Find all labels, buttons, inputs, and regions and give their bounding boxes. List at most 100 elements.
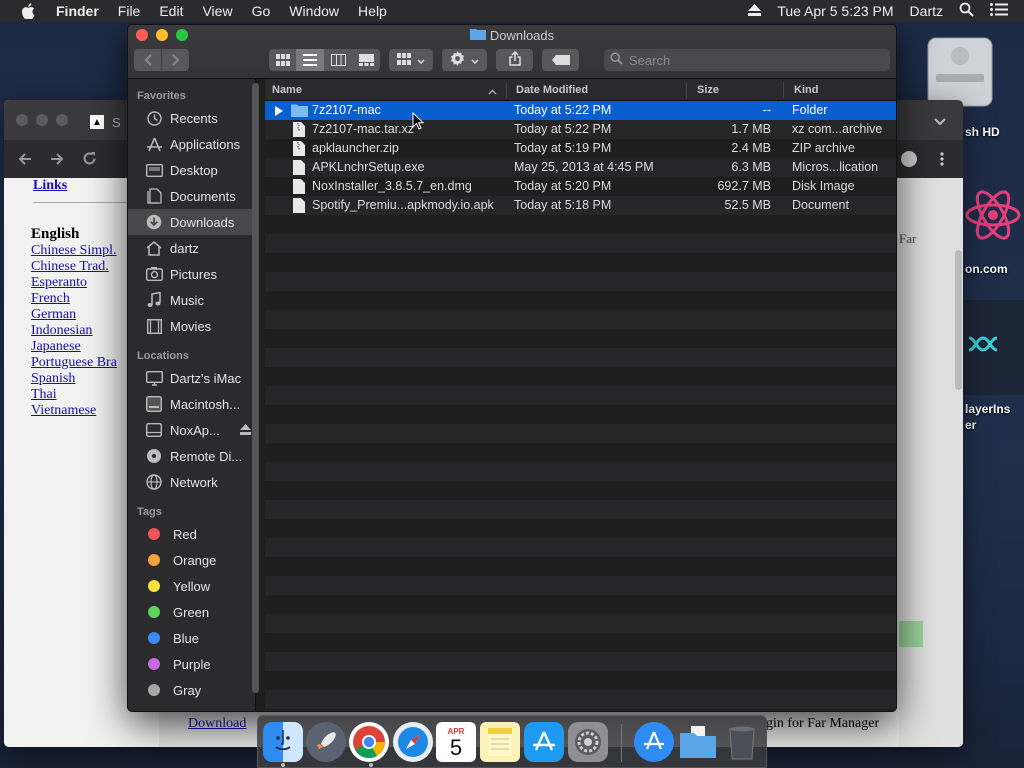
menu-go[interactable]: Go [252, 3, 271, 19]
menu-window[interactable]: Window [289, 3, 339, 19]
sidebar-tag-gray[interactable]: Gray [128, 677, 255, 703]
column-date-header[interactable]: Date Modified [516, 84, 588, 96]
share-button[interactable] [496, 49, 533, 71]
downloads-stack-dock-icon[interactable] [678, 722, 718, 762]
chrome-dock-icon[interactable] [349, 722, 389, 762]
app-store-download-dock-icon[interactable] [634, 722, 674, 762]
safari-dock-icon[interactable] [393, 722, 433, 762]
language-link[interactable]: French [31, 291, 117, 307]
language-link[interactable]: Esperanto [31, 275, 117, 291]
search-input[interactable] [629, 52, 869, 68]
file-row[interactable]: 7z2107-mac.tar.xz Today at 5:22 PM 1.7 M… [265, 120, 896, 139]
sidebar-item-applications[interactable]: Applications [128, 131, 255, 157]
sidebar-scrollbar[interactable] [252, 83, 259, 693]
edit-tags-button[interactable] [542, 49, 579, 71]
profile-avatar-icon[interactable] [901, 151, 917, 167]
file-row[interactable]: 7z2107-mac Today at 5:22 PM -- Folder [265, 101, 896, 120]
eject-icon[interactable] [240, 423, 251, 438]
file-row[interactable]: APKLnchrSetup.exe May 25, 2013 at 4:45 P… [265, 158, 896, 177]
column-kind-header[interactable]: Kind [794, 84, 818, 96]
user-menu[interactable]: Dartz [910, 3, 943, 19]
gallery-view-button[interactable] [352, 54, 380, 66]
language-link[interactable]: German [31, 307, 117, 323]
notification-center-icon[interactable] [990, 3, 1008, 19]
file-row[interactable]: Spotify_Premiu...apkmody.io.apk Today at… [265, 196, 896, 215]
calendar-dock-icon[interactable]: APR 5 [436, 722, 476, 762]
language-link[interactable]: Vietnamese [31, 403, 117, 419]
sidebar-tag-purple[interactable]: Purple [128, 651, 255, 677]
finder-window[interactable]: Downloads Search Favorites Recents Appli… [127, 24, 897, 712]
sort-chevron-up-icon[interactable] [488, 86, 497, 98]
sidebar-item-remote-disc[interactable]: Remote Di... [128, 443, 255, 469]
language-link[interactable]: Indonesian [31, 323, 117, 339]
sidebar-item-documents[interactable]: Documents [128, 183, 255, 209]
language-link[interactable]: Thai [31, 387, 117, 403]
sidebar-item-recents[interactable]: Recents [128, 105, 255, 131]
disclosure-triangle-icon[interactable] [275, 105, 283, 119]
tab-overflow-chevron-icon[interactable] [934, 114, 946, 129]
spotlight-search-icon[interactable] [959, 2, 974, 20]
notes-dock-icon[interactable] [480, 722, 520, 762]
sidebar-item-macintosh-hd[interactable]: Macintosh... [128, 391, 255, 417]
browser-zoom-button[interactable] [56, 114, 68, 126]
apple-menu-icon[interactable] [18, 1, 38, 21]
column-view-button[interactable] [324, 54, 352, 66]
back-arrow-icon[interactable] [18, 152, 32, 169]
sidebar-item-noxapp[interactable]: NoxAp... [128, 417, 255, 443]
sidebar-tag-blue[interactable]: Blue [128, 625, 255, 651]
browser-scrollbar[interactable] [955, 250, 962, 390]
sidebar-item-downloads[interactable]: Downloads [128, 209, 255, 235]
action-menu-button[interactable] [442, 49, 487, 71]
group-by-button[interactable] [389, 49, 433, 71]
download-link[interactable]: Download [188, 716, 246, 732]
system-preferences-dock-icon[interactable] [568, 722, 608, 762]
finder-dock-icon[interactable] [263, 722, 303, 762]
sidebar-tag-yellow[interactable]: Yellow [128, 573, 255, 599]
browser-menu-icon[interactable] [940, 152, 944, 169]
forward-arrow-icon[interactable] [50, 152, 64, 169]
eject-menu-icon[interactable] [748, 3, 762, 19]
icon-view-button[interactable] [269, 54, 296, 66]
browser-close-button[interactable] [16, 114, 28, 126]
file-row[interactable]: apklauncher.zip Today at 5:19 PM 2.4 MB … [265, 139, 896, 158]
language-link[interactable]: Chinese Simpl. [31, 243, 117, 259]
trash-dock-icon[interactable] [722, 722, 762, 762]
sidebar-item-home[interactable]: dartz [128, 235, 255, 261]
sidebar-item-network[interactable]: Network [128, 469, 255, 495]
atom-app-desktop-icon[interactable] [963, 180, 1023, 250]
column-divider[interactable] [783, 82, 784, 98]
menu-file[interactable]: File [118, 3, 141, 19]
menu-app-finder[interactable]: Finder [56, 3, 99, 19]
launchpad-dock-icon[interactable] [306, 722, 346, 762]
sidebar-tag-green[interactable]: Green [128, 599, 255, 625]
sidebar-item-pictures[interactable]: Pictures [128, 261, 255, 287]
language-link[interactable]: Portuguese Bra [31, 355, 117, 371]
nox-player-desktop-icon[interactable] [963, 300, 1024, 395]
links-heading[interactable]: Links [33, 178, 67, 194]
menu-view[interactable]: View [202, 3, 232, 19]
app-store-dock-icon[interactable] [524, 722, 564, 762]
sidebar-item-music[interactable]: Music [128, 287, 255, 313]
file-row[interactable]: NoxInstaller_3.8.5.7_en.dmg Today at 5:2… [265, 177, 896, 196]
browser-minimize-button[interactable] [36, 114, 48, 126]
menu-help[interactable]: Help [358, 3, 387, 19]
column-size-header[interactable]: Size [697, 84, 719, 96]
column-divider[interactable] [686, 82, 687, 98]
sidebar-tag-orange[interactable]: Orange [128, 547, 255, 573]
sidebar-item-movies[interactable]: Movies [128, 313, 255, 339]
sidebar-item-imac[interactable]: Dartz's iMac [128, 365, 255, 391]
clock-text[interactable]: Tue Apr 5 5:23 PM [777, 3, 893, 19]
forward-chevron-icon[interactable] [162, 54, 189, 66]
reload-icon[interactable] [82, 151, 97, 169]
sidebar-item-desktop[interactable]: Desktop [128, 157, 255, 183]
sidebar-tag-red[interactable]: Red [128, 521, 255, 547]
hard-drive-desktop-icon[interactable] [924, 34, 996, 110]
search-field[interactable] [604, 49, 890, 71]
list-view-button[interactable] [296, 49, 324, 71]
back-chevron-icon[interactable] [134, 54, 161, 66]
language-link[interactable]: Chinese Trad. [31, 259, 117, 275]
menu-edit[interactable]: Edit [159, 3, 183, 19]
browser-tab[interactable]: ▲ S [90, 110, 130, 134]
column-divider[interactable] [506, 82, 507, 98]
column-name-header[interactable]: Name [272, 84, 302, 96]
